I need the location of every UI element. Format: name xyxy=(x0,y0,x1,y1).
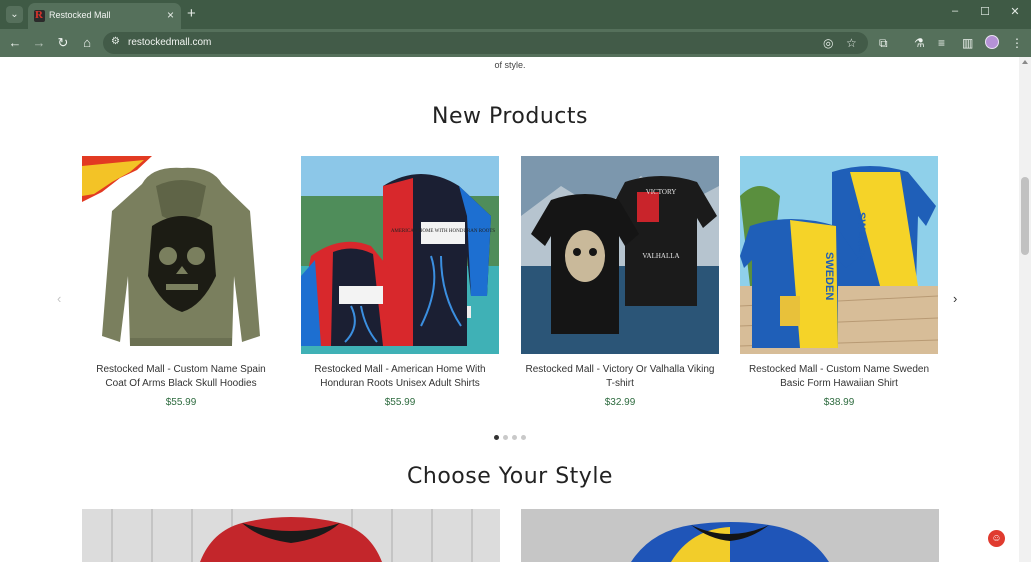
print-text: AMERICAN HOME WITH HONDURAN ROOTS xyxy=(391,229,496,234)
browser-tab-bar: ⌄ Restocked Mall × + – ☐ ✕ xyxy=(0,0,1031,29)
product-image-valhalla-tshirt[interactable]: VICTORY VALHALLA xyxy=(521,156,719,354)
eye-off-icon[interactable]: ◎ xyxy=(823,36,833,50)
product-card[interactable]: SWEDEN SWEDEN Restocked Mall - Custom Na… xyxy=(740,156,938,408)
print-text: VICTORY xyxy=(646,188,677,196)
scroll-up-arrow-icon[interactable] xyxy=(1022,60,1028,64)
product-name[interactable]: Restocked Mall - Custom Name Sweden Basi… xyxy=(740,363,938,391)
scrollbar-thumb[interactable] xyxy=(1021,177,1029,255)
style-category-image-left[interactable] xyxy=(82,509,500,562)
profile-avatar[interactable] xyxy=(985,35,999,49)
product-card[interactable]: Restocked Mall - Custom Name Spain Coat … xyxy=(82,156,280,408)
address-url[interactable]: restockedmall.com xyxy=(128,37,211,48)
product-price: $55.99 xyxy=(165,397,197,408)
back-arrow-icon[interactable]: ← xyxy=(7,35,23,51)
site-favicon-icon xyxy=(34,9,45,22)
product-image-honduran-roots[interactable]: AMERICAN HOME WITH HONDURAN ROOTS xyxy=(301,156,499,354)
carousel-dot[interactable] xyxy=(503,435,508,440)
tab-search-chevron-down-icon[interactable]: ⌄ xyxy=(6,6,23,23)
carousel-dot[interactable] xyxy=(494,435,499,440)
reload-icon[interactable]: ↻ xyxy=(55,35,71,51)
address-bar[interactable]: ⚙ restockedmall.com ◎ ☆ xyxy=(103,32,868,54)
labs-flask-icon[interactable]: ⚗ xyxy=(914,36,925,50)
side-panel-icon[interactable]: ▥ xyxy=(962,36,973,50)
choose-style-heading: Choose Your Style xyxy=(407,464,613,489)
new-tab-plus-icon[interactable]: + xyxy=(187,6,196,21)
intro-text-tail: of style. xyxy=(494,60,526,70)
bookmark-star-icon[interactable]: ☆ xyxy=(846,36,857,50)
carousel-dot[interactable] xyxy=(512,435,517,440)
chat-support-icon[interactable]: ☺ xyxy=(988,530,1005,547)
window-close-icon[interactable]: ✕ xyxy=(1005,5,1025,18)
product-price: $32.99 xyxy=(604,397,636,408)
carousel-dot[interactable] xyxy=(521,435,526,440)
product-card[interactable]: VICTORY VALHALLA Restocked Mall - Victor… xyxy=(521,156,719,408)
carousel-next-chevron-right-icon[interactable]: › xyxy=(953,292,957,305)
home-icon[interactable]: ⌂ xyxy=(79,35,95,51)
tab-title: Restocked Mall xyxy=(49,10,111,20)
site-settings-icon[interactable]: ⚙ xyxy=(111,36,120,47)
carousel-prev-chevron-left-icon[interactable]: ‹ xyxy=(57,292,61,305)
product-name[interactable]: Restocked Mall - Custom Name Spain Coat … xyxy=(82,363,280,391)
browser-toolbar: ← → ↻ ⌂ ⚙ restockedmall.com ◎ ☆ ⧉ ⚗ ≡ ▥ … xyxy=(0,29,1031,57)
minimize-icon[interactable]: – xyxy=(945,5,965,17)
tab-close-icon[interactable]: × xyxy=(167,8,174,22)
print-text: VALHALLA xyxy=(642,252,679,260)
extensions-puzzle-icon[interactable]: ⧉ xyxy=(879,36,888,51)
product-card[interactable]: AMERICAN HOME WITH HONDURAN ROOTS Restoc… xyxy=(301,156,499,408)
page-scrollbar[interactable] xyxy=(1019,57,1031,562)
new-products-heading: New Products xyxy=(432,104,588,129)
more-vert-icon[interactable]: ⋮ xyxy=(1011,36,1023,50)
print-text: SWEDEN xyxy=(855,212,867,260)
browser-tab[interactable]: Restocked Mall × xyxy=(28,3,181,29)
style-category-image-right[interactable] xyxy=(521,509,939,562)
product-price: $38.99 xyxy=(823,397,855,408)
product-name[interactable]: Restocked Mall - Victory Or Valhalla Vik… xyxy=(521,363,719,391)
media-control-icon[interactable]: ≡ xyxy=(938,36,945,50)
print-text: SWEDEN xyxy=(823,252,835,300)
maximize-icon[interactable]: ☐ xyxy=(975,5,995,18)
product-price: $55.99 xyxy=(384,397,416,408)
product-name[interactable]: Restocked Mall - American Home With Hond… xyxy=(301,363,499,391)
carousel-dots xyxy=(494,435,526,440)
product-image-sweden-hawaiian-shirt[interactable]: SWEDEN SWEDEN xyxy=(740,156,938,354)
product-image-spain-hoodie[interactable] xyxy=(82,156,280,354)
forward-arrow-icon[interactable]: → xyxy=(31,35,47,51)
